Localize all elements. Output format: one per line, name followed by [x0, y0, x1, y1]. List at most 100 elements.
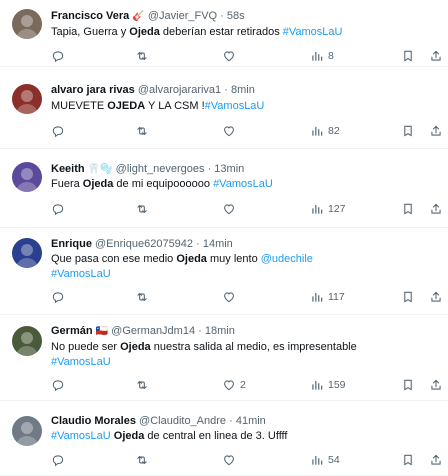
reply-button[interactable] [51, 376, 65, 394]
avatar[interactable] [12, 84, 42, 114]
bookmark-icon [401, 202, 415, 216]
like-button[interactable] [222, 451, 236, 469]
avatar[interactable] [12, 162, 42, 192]
user-handle[interactable]: @alvarojarariva1 [138, 84, 221, 96]
views-button[interactable]: 159 [310, 376, 346, 394]
like-button[interactable] [222, 288, 236, 306]
hashtag-link[interactable]: #VamosLaU [51, 356, 111, 368]
bookmark-button[interactable] [401, 122, 415, 140]
views-count: 117 [328, 291, 345, 303]
views-button[interactable]: 127 [310, 200, 346, 218]
like-button[interactable] [222, 200, 236, 218]
share-button[interactable] [429, 122, 443, 140]
tweet-actions: 8 [51, 47, 441, 65]
tweet[interactable]: Claudio Morales @Claudito_Andre · 41min #… [0, 401, 448, 476]
user-handle[interactable]: @Enrique62075942 [95, 238, 193, 250]
reply-button[interactable] [51, 47, 65, 65]
retweet-button[interactable] [135, 451, 149, 469]
share-button[interactable] [429, 451, 443, 469]
hashtag-link[interactable]: #VamosLaU [51, 430, 111, 442]
user-handle[interactable]: @Javier_FVQ [148, 10, 217, 22]
like-icon [222, 453, 236, 467]
reply-icon [51, 290, 65, 304]
share-icon [429, 124, 443, 138]
retweet-button[interactable] [135, 200, 149, 218]
avatar[interactable] [12, 416, 42, 446]
separator-dot: · [224, 84, 228, 96]
timestamp[interactable]: 58s [227, 10, 245, 22]
separator-dot: · [198, 325, 202, 337]
retweet-button[interactable] [135, 47, 149, 65]
display-name[interactable]: Germán [51, 325, 93, 337]
separator-dot: · [207, 163, 212, 175]
user-handle[interactable]: @light_nevergoes [116, 163, 205, 175]
separator-dot: · [229, 415, 233, 427]
like-button[interactable]: 2 [222, 376, 246, 394]
timestamp[interactable]: 13min [214, 163, 244, 175]
avatar[interactable] [12, 9, 42, 39]
reply-button[interactable] [51, 288, 65, 306]
like-button[interactable] [222, 47, 236, 65]
bookmark-button[interactable] [401, 451, 415, 469]
reply-icon [51, 378, 65, 392]
views-button[interactable]: 54 [310, 451, 340, 469]
tweet[interactable]: Keeith 🦷🫧 @light_nevergoes · 13min Fuera … [0, 149, 448, 228]
retweet-button[interactable] [135, 376, 149, 394]
timestamp[interactable]: 8min [231, 84, 255, 96]
user-handle[interactable]: @GermanJdm14 [111, 325, 195, 337]
text-segment: de mi equipoooooo [113, 178, 214, 190]
display-name[interactable]: Claudio Morales [51, 415, 136, 427]
timestamp[interactable]: 18min [205, 325, 235, 337]
share-icon [429, 290, 443, 304]
separator-dot: · [196, 238, 200, 250]
share-button[interactable] [429, 200, 443, 218]
display-name[interactable]: Enrique [51, 238, 92, 250]
views-button[interactable]: 82 [310, 122, 340, 140]
bookmark-button[interactable] [401, 376, 415, 394]
views-button[interactable]: 117 [310, 288, 345, 306]
share-button[interactable] [429, 47, 443, 65]
timestamp[interactable]: 41min [236, 415, 266, 427]
share-button[interactable] [429, 376, 443, 394]
views-icon [310, 124, 324, 138]
reply-button[interactable] [51, 451, 65, 469]
like-icon [222, 290, 236, 304]
display-name[interactable]: alvaro jara rivas [51, 84, 135, 96]
share-button[interactable] [429, 288, 443, 306]
tweet[interactable]: Enrique @Enrique62075942 · 14min Que pasa… [0, 228, 448, 315]
tweet-header: Francisco Vera 🎸 @Javier_FVQ · 58s [51, 9, 438, 24]
keyword-highlight: Ojeda [113, 430, 145, 442]
like-icon [222, 378, 236, 392]
bookmark-icon [401, 124, 415, 138]
reply-icon [51, 453, 65, 467]
hashtag-link[interactable]: #VamosLaU [283, 26, 343, 38]
tweet-text: Fuera Ojeda de mi equipoooooo #VamosLaU [51, 177, 438, 192]
text-segment: deberían estar retirados [159, 26, 283, 38]
reply-button[interactable] [51, 122, 65, 140]
avatar[interactable] [12, 326, 42, 356]
hashtag-link[interactable]: #VamosLaU [205, 100, 265, 112]
tweet-text: Que pasa con ese medio Ojeda muy lento @… [51, 252, 438, 282]
timestamp[interactable]: 14min [203, 238, 233, 250]
display-name[interactable]: Keeith [51, 163, 85, 175]
hashtag-link[interactable]: #VamosLaU [213, 178, 273, 190]
bookmark-button[interactable] [401, 288, 415, 306]
retweet-button[interactable] [135, 122, 149, 140]
tweet-actions: 82 [51, 122, 441, 140]
tweet[interactable]: Germán 🇨🇱 @GermanJdm14 · 18min No puede s… [0, 315, 448, 401]
tweet[interactable]: Francisco Vera 🎸 @Javier_FVQ · 58s Tapia,… [0, 0, 448, 67]
views-button[interactable]: 8 [310, 47, 334, 65]
mention-link[interactable]: @udechile [261, 253, 313, 265]
avatar[interactable] [12, 238, 42, 268]
like-count: 2 [240, 379, 246, 391]
user-handle[interactable]: @Claudito_Andre [139, 415, 226, 427]
hashtag-link[interactable]: #VamosLaU [51, 268, 111, 280]
retweet-icon [135, 49, 149, 63]
tweet[interactable]: alvaro jara rivas @alvarojarariva1 · 8mi… [0, 67, 448, 149]
bookmark-button[interactable] [401, 47, 415, 65]
retweet-button[interactable] [135, 288, 149, 306]
like-button[interactable] [222, 122, 236, 140]
reply-button[interactable] [51, 200, 65, 218]
bookmark-button[interactable] [401, 200, 415, 218]
display-name[interactable]: Francisco Vera [51, 10, 129, 22]
